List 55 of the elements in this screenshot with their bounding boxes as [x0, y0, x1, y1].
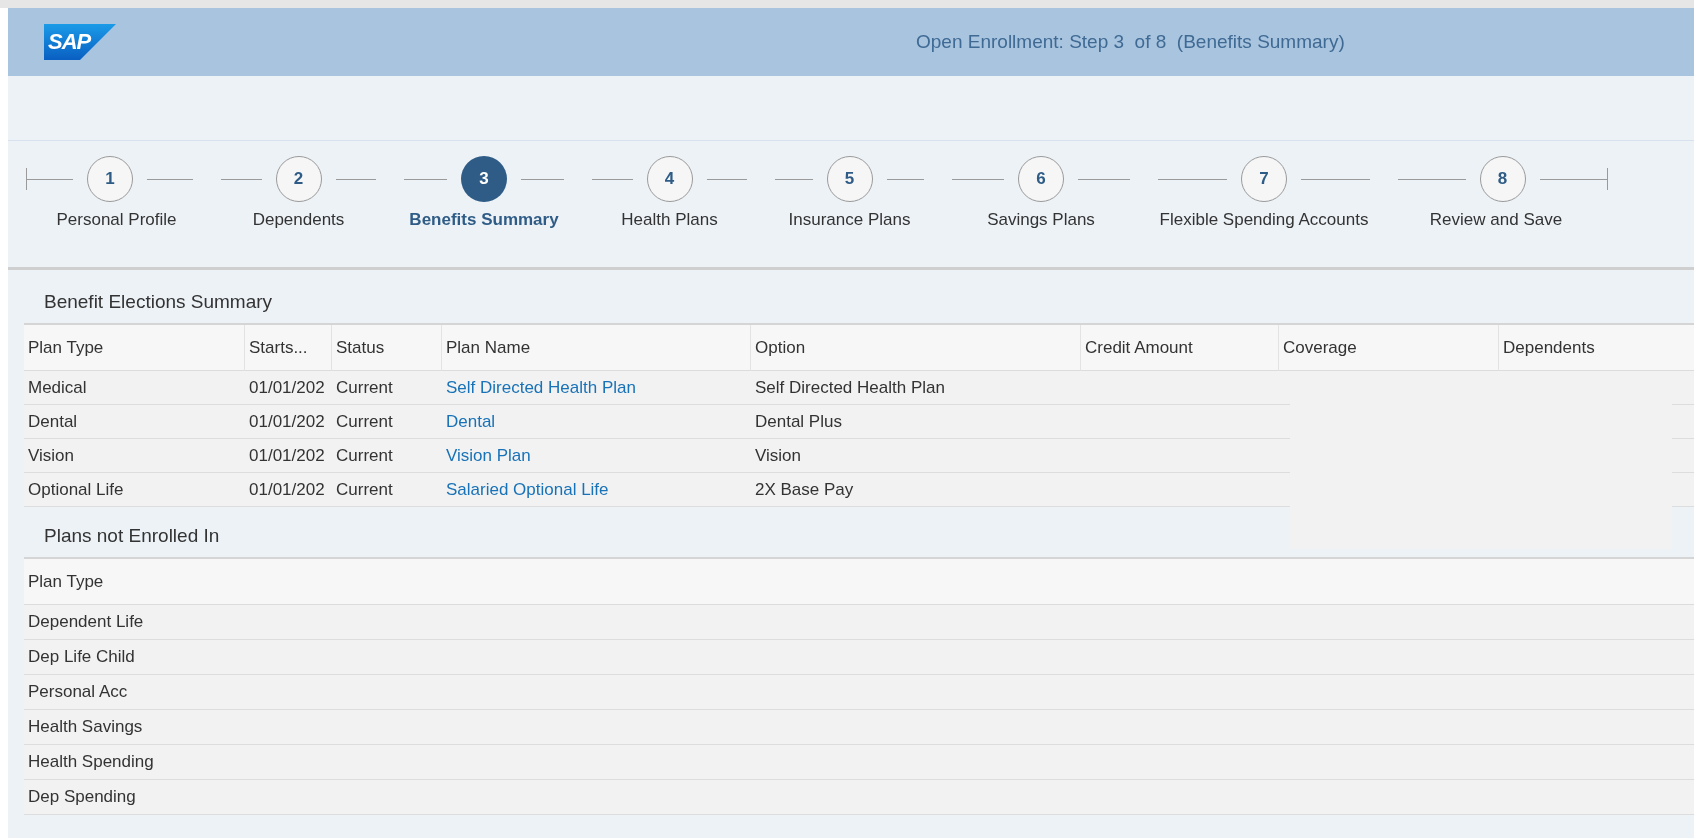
page-title: Open Enrollment: Step 3 of 8 (Benefits Summary)	[916, 31, 1345, 53]
step-label[interactable]: Insurance Plans	[788, 210, 911, 230]
table-cell: 2X Base Pay	[751, 473, 1081, 507]
column-header[interactable]: Plan Name	[442, 325, 751, 371]
column-header[interactable]: Status	[332, 325, 442, 371]
column-header[interactable]: Credit Amount	[1081, 325, 1279, 371]
table-cell: Current	[332, 473, 442, 507]
step-circle[interactable]: 1	[87, 156, 133, 202]
table-cell: Health Savings	[24, 710, 1694, 745]
table-cell: Vision	[24, 439, 245, 473]
table-cell: Personal Acc	[24, 675, 1694, 710]
step-label[interactable]: Health Plans	[621, 210, 718, 230]
table-cell: 01/01/202	[245, 473, 332, 507]
table-cell: Dental	[24, 405, 245, 439]
step-circle[interactable]: 5	[826, 156, 873, 202]
step-label[interactable]: Benefits Summary	[409, 210, 559, 230]
plan-link[interactable]: Salaried Optional Life	[446, 479, 609, 500]
step-circle[interactable]: 2	[275, 156, 322, 202]
step-label[interactable]: Personal Profile	[56, 210, 177, 230]
table-cell: Current	[332, 439, 442, 473]
table-cell: Dependent Life	[24, 605, 1694, 640]
step-label[interactable]: Savings Plans	[987, 210, 1095, 230]
step-circle[interactable]: 6	[1018, 156, 1064, 202]
column-header[interactable]: Dependents	[1499, 325, 1694, 371]
step-circle[interactable]: 8	[1479, 156, 1526, 202]
table-cell: Medical	[24, 371, 245, 405]
step-circle[interactable]: 3	[461, 156, 507, 202]
table-cell: Dep Spending	[24, 780, 1694, 815]
table-cell: 01/01/202	[245, 439, 332, 473]
step-label[interactable]: Flexible Spending Accounts	[1159, 210, 1369, 230]
step-label[interactable]: Review and Save	[1429, 210, 1563, 230]
section-title: Benefit Elections Summary	[43, 290, 274, 314]
table-cell: Current	[332, 371, 442, 405]
column-header[interactable]: Plan Type	[24, 325, 245, 371]
column-header[interactable]: Coverage	[1279, 325, 1499, 371]
table-cell: 01/01/202	[245, 405, 332, 439]
column-header[interactable]: Starts...	[245, 325, 332, 371]
table-cell: Dental Plus	[751, 405, 1081, 439]
table-cell: Vision	[751, 439, 1081, 473]
table-cell: Dep Life Child	[24, 640, 1694, 675]
plan-link[interactable]: Dental	[446, 411, 496, 432]
section-title: Plans not Enrolled In	[43, 524, 221, 548]
plan-link[interactable]: Vision Plan	[446, 445, 531, 466]
column-header[interactable]: Option	[751, 325, 1081, 371]
table-cell: Current	[332, 405, 442, 439]
table-cell: Optional Life	[24, 473, 245, 507]
column-header[interactable]: Plan Type	[24, 559, 1694, 605]
step-circle[interactable]: 7	[1241, 156, 1287, 202]
table-cell: Self Directed Health Plan	[751, 371, 1081, 405]
step-label[interactable]: Dependents	[252, 210, 345, 230]
sap-logo: SAP	[44, 24, 116, 60]
step-circle[interactable]: 4	[646, 156, 693, 202]
plan-link[interactable]: Self Directed Health Plan	[446, 377, 636, 398]
table-cell: Health Spending	[24, 745, 1694, 780]
table-cell: 01/01/202	[245, 371, 332, 405]
